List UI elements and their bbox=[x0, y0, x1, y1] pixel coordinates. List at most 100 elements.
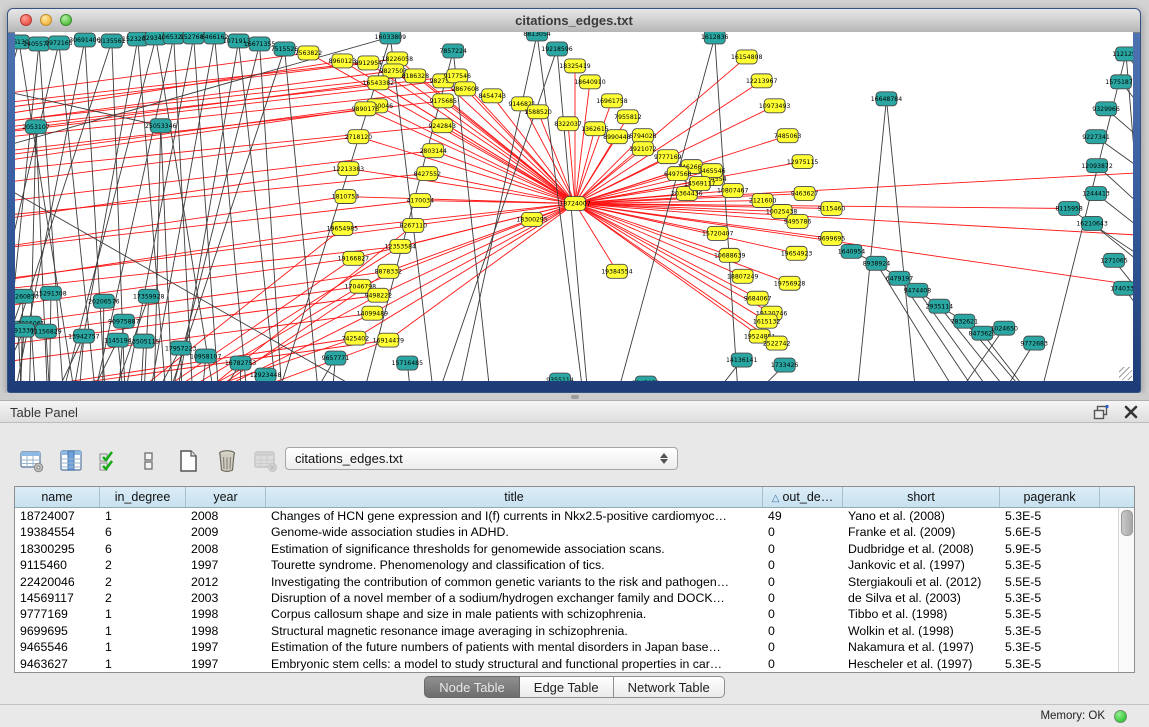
node-12093872[interactable]: 12093872 bbox=[1081, 159, 1113, 173]
delete-column-button[interactable] bbox=[213, 446, 241, 476]
node-8878332[interactable]: 8878332 bbox=[375, 264, 403, 278]
table-row[interactable]: 1456911722003Disruption of a novel membe… bbox=[15, 590, 1134, 606]
node-1640954[interactable]: 1640954 bbox=[838, 244, 866, 258]
edge[interactable] bbox=[1092, 223, 1133, 281]
node-4170034[interactable]: 4170034 bbox=[407, 194, 435, 208]
cell-title[interactable]: Structural magnetic resonance image aver… bbox=[266, 623, 763, 639]
select-columns-button[interactable] bbox=[96, 446, 124, 476]
edge[interactable] bbox=[15, 109, 365, 162]
edge[interactable] bbox=[15, 126, 442, 171]
column-visibility-button[interactable] bbox=[57, 446, 85, 476]
cell-short[interactable]: Dudbridge et al. (2008) bbox=[843, 541, 1000, 557]
cell-pagerank[interactable]: 5.3E-5 bbox=[1000, 508, 1100, 524]
cell-out_de[interactable]: 0 bbox=[763, 524, 843, 540]
node-9115460[interactable]: 9115460 bbox=[818, 202, 846, 216]
node-1810753[interactable]: 1810753 bbox=[332, 190, 360, 204]
node-10688639[interactable]: 10688639 bbox=[714, 248, 746, 262]
node-9474408[interactable]: 9474408 bbox=[904, 283, 932, 297]
cell-name[interactable]: 9115460 bbox=[15, 557, 100, 573]
cell-out_de[interactable]: 0 bbox=[763, 656, 843, 672]
node-30691406[interactable]: 30691406 bbox=[69, 33, 101, 47]
node-25053346[interactable]: 25053346 bbox=[145, 119, 177, 133]
node-9463627[interactable]: 9463627 bbox=[791, 187, 819, 201]
cell-out_de[interactable]: 49 bbox=[763, 508, 843, 524]
cell-title[interactable]: Genome-wide association studies in ADHD. bbox=[266, 524, 763, 540]
node-8115958[interactable]: 8115958 bbox=[1055, 202, 1083, 216]
table-row[interactable]: 977716911998Corpus callosum shape and si… bbox=[15, 606, 1134, 622]
cell-short[interactable]: Franke et al. (2009) bbox=[843, 524, 1000, 540]
close-panel-icon[interactable] bbox=[1123, 404, 1139, 420]
cell-out_de[interactable]: 0 bbox=[763, 574, 843, 590]
node-16210643[interactable]: 16210643 bbox=[1076, 216, 1108, 230]
edge[interactable] bbox=[457, 76, 575, 204]
node-9329966[interactable]: 9329966 bbox=[1092, 102, 1120, 116]
column-header-year[interactable]: year bbox=[186, 487, 266, 507]
cell-in_degree[interactable]: 2 bbox=[100, 557, 186, 573]
edge[interactable] bbox=[852, 99, 887, 381]
node-12975115[interactable]: 12975115 bbox=[787, 155, 819, 169]
node-19756928[interactable]: 19756928 bbox=[774, 276, 806, 290]
edge[interactable] bbox=[602, 37, 715, 381]
cell-short[interactable]: Jankovic et al. (1997) bbox=[843, 557, 1000, 573]
node-1121257[interactable]: 1121257 bbox=[1112, 47, 1133, 61]
cell-in_degree[interactable]: 2 bbox=[100, 574, 186, 590]
cell-pagerank[interactable]: 5.3E-5 bbox=[1000, 606, 1100, 622]
float-panel-icon[interactable] bbox=[1093, 404, 1109, 420]
edge[interactable] bbox=[15, 197, 345, 248]
node-6794028[interactable]: 6794028 bbox=[629, 129, 657, 143]
splitter-handle-icon[interactable] bbox=[571, 395, 579, 399]
node-8186328[interactable]: 8186328 bbox=[402, 69, 430, 83]
cell-name[interactable]: 14569117 bbox=[15, 590, 100, 606]
panel-splitter[interactable] bbox=[0, 393, 1149, 400]
cell-short[interactable]: Nakamura et al. (1997) bbox=[843, 639, 1000, 655]
node-19218596[interactable]: 19218596 bbox=[541, 42, 573, 56]
node-1588520[interactable]: 1588520 bbox=[524, 105, 552, 119]
node-15751874[interactable]: 15751874 bbox=[1105, 75, 1133, 89]
node-8990448[interactable]: 8990448 bbox=[603, 130, 631, 144]
edge[interactable] bbox=[348, 169, 575, 204]
cell-short[interactable]: Yano et al. (2008) bbox=[843, 508, 1000, 524]
column-header-name[interactable]: name bbox=[15, 487, 100, 507]
edge[interactable] bbox=[575, 82, 590, 204]
table-row[interactable]: 1938455462009Genome-wide association stu… bbox=[15, 524, 1134, 540]
cell-short[interactable]: de Silva et al. (2003) bbox=[843, 590, 1000, 606]
node-90975887[interactable]: 90975887 bbox=[108, 314, 140, 328]
node-9657771[interactable]: 9657771 bbox=[322, 351, 350, 365]
table-row[interactable]: 946362711997Embryonic stem cells: a mode… bbox=[15, 656, 1134, 672]
cell-year[interactable]: 2003 bbox=[186, 590, 266, 606]
node-1740335[interactable]: 1740335 bbox=[1110, 281, 1133, 295]
create-column-button[interactable] bbox=[174, 446, 202, 476]
node-7563822[interactable]: 7563822 bbox=[295, 46, 323, 60]
node-2935114[interactable]: 2935114 bbox=[926, 299, 954, 313]
node-9777169[interactable]: 9777169 bbox=[654, 150, 682, 164]
node-16033809[interactable]: 16033809 bbox=[375, 32, 407, 44]
cell-title[interactable]: Corpus callosum shape and size in male p… bbox=[266, 606, 763, 622]
cell-title[interactable]: Estimation of significance thresholds fo… bbox=[266, 541, 763, 557]
edge[interactable] bbox=[433, 151, 575, 204]
cell-year[interactable]: 2008 bbox=[186, 541, 266, 557]
row-height-button[interactable] bbox=[135, 446, 163, 476]
node-8454743[interactable]: 8454743 bbox=[478, 89, 506, 103]
cell-title[interactable]: Disruption of a novel member of a sodium… bbox=[266, 590, 763, 606]
tab-edge-table[interactable]: Edge Table bbox=[520, 676, 614, 698]
node-2245078[interactable]: 2245078 bbox=[632, 376, 660, 381]
column-header-short[interactable]: short bbox=[843, 487, 1000, 507]
node-2522742[interactable]: 2522742 bbox=[763, 336, 791, 350]
cell-pagerank[interactable]: 5.3E-5 bbox=[1000, 557, 1100, 573]
node-18640910[interactable]: 18640910 bbox=[574, 75, 606, 89]
column-header-pagerank[interactable]: pagerank bbox=[1000, 487, 1100, 507]
table-selector-dropdown[interactable]: citations_edges.txt bbox=[285, 447, 678, 470]
node-7832621[interactable]: 7832621 bbox=[951, 314, 979, 328]
node-9890176[interactable]: 9890176 bbox=[352, 102, 380, 116]
node-13505115[interactable]: 13505115 bbox=[128, 334, 160, 348]
network-canvas[interactable]: 1861304240557249972165306914062135561152… bbox=[15, 32, 1133, 381]
node-2053107[interactable]: 2053107 bbox=[22, 120, 50, 134]
resize-grip-icon[interactable] bbox=[1119, 367, 1132, 380]
node-16648784[interactable]: 16648784 bbox=[871, 92, 903, 106]
cell-title[interactable]: Estimation of the future numbers of pati… bbox=[266, 639, 763, 655]
node-19384554[interactable]: 19384554 bbox=[601, 264, 633, 278]
node-1612836[interactable]: 1612836 bbox=[701, 32, 729, 44]
cell-title[interactable]: Changes of HCN gene expression and I(f) … bbox=[266, 508, 763, 524]
node-12353584[interactable]: 12353584 bbox=[385, 239, 417, 253]
cell-year[interactable]: 2012 bbox=[186, 574, 266, 590]
